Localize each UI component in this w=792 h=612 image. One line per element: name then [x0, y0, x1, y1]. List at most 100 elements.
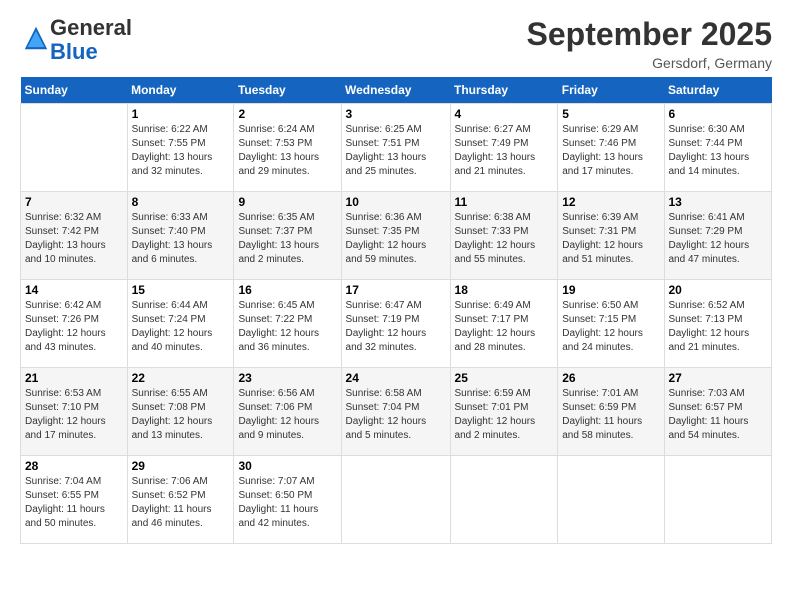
logo-blue: Blue [50, 39, 98, 64]
day-number: 13 [669, 195, 768, 209]
week-row-1: 1Sunrise: 6:22 AMSunset: 7:55 PMDaylight… [21, 104, 772, 192]
calendar-cell: 20 Sunrise: 6:52 AMSunset: 7:13 PMDayligh… [664, 280, 772, 368]
logo: General Blue [20, 16, 132, 64]
calendar-cell [558, 456, 664, 544]
day-info: Sunrise: 6:56 AMSunset: 7:06 PMDaylight:… [238, 387, 336, 443]
day-info: Sunrise: 6:49 AMSunset: 7:17 PMDaylight:… [455, 299, 554, 355]
day-number: 9 [238, 195, 336, 209]
logo-general: General [50, 15, 132, 40]
col-friday: Friday [558, 77, 664, 104]
day-number: 30 [238, 459, 336, 473]
calendar-header-row: Sunday Monday Tuesday Wednesday Thursday… [21, 77, 772, 104]
calendar-cell: 5Sunrise: 6:29 AMSunset: 7:46 PMDaylight… [558, 104, 664, 192]
day-number: 2 [238, 107, 336, 121]
day-number: 29 [132, 459, 230, 473]
calendar-cell: 1Sunrise: 6:22 AMSunset: 7:55 PMDaylight… [127, 104, 234, 192]
day-number: 27 [669, 371, 768, 385]
day-number: 17 [346, 283, 446, 297]
calendar-cell: 15Sunrise: 6:44 AMSunset: 7:24 PMDayligh… [127, 280, 234, 368]
calendar-cell: 10 Sunrise: 6:36 AMSunset: 7:35 PMDayligh… [341, 192, 450, 280]
calendar-cell [21, 104, 128, 192]
calendar-cell [341, 456, 450, 544]
calendar-cell: 18 Sunrise: 6:49 AMSunset: 7:17 PMDayligh… [450, 280, 558, 368]
day-info: Sunrise: 6:41 AMSunset: 7:29 PMDaylight:… [669, 211, 768, 267]
calendar-cell [664, 456, 772, 544]
calendar-cell: 6Sunrise: 6:30 AMSunset: 7:44 PMDaylight… [664, 104, 772, 192]
day-info: Sunrise: 7:07 AMSunset: 6:50 PMDaylight:… [238, 475, 336, 531]
calendar-cell: 27 Sunrise: 7:03 AMSunset: 6:57 PMDayligh… [664, 368, 772, 456]
day-number: 25 [455, 371, 554, 385]
day-info: Sunrise: 6:24 AMSunset: 7:53 PMDaylight:… [238, 123, 336, 179]
calendar-cell [450, 456, 558, 544]
day-info: Sunrise: 6:33 AMSunset: 7:40 PMDaylight:… [132, 211, 230, 267]
calendar-cell: 4 Sunrise: 6:27 AMSunset: 7:49 PMDaylight… [450, 104, 558, 192]
day-info: Sunrise: 7:06 AMSunset: 6:52 PMDaylight:… [132, 475, 230, 531]
day-info: Sunrise: 6:53 AMSunset: 7:10 PMDaylight:… [25, 387, 123, 443]
day-info: Sunrise: 6:59 AMSunset: 7:01 PMDaylight:… [455, 387, 554, 443]
day-info: Sunrise: 7:01 AMSunset: 6:59 PMDaylight:… [562, 387, 659, 443]
day-number: 26 [562, 371, 659, 385]
day-info: Sunrise: 6:35 AMSunset: 7:37 PMDaylight:… [238, 211, 336, 267]
day-number: 15 [132, 283, 230, 297]
day-number: 16 [238, 283, 336, 297]
col-saturday: Saturday [664, 77, 772, 104]
day-info: Sunrise: 6:55 AMSunset: 7:08 PMDaylight:… [132, 387, 230, 443]
calendar-cell: 16 Sunrise: 6:45 AMSunset: 7:22 PMDayligh… [234, 280, 341, 368]
calendar-cell: 12 Sunrise: 6:39 AMSunset: 7:31 PMDayligh… [558, 192, 664, 280]
day-info: Sunrise: 6:45 AMSunset: 7:22 PMDaylight:… [238, 299, 336, 355]
day-info: Sunrise: 6:58 AMSunset: 7:04 PMDaylight:… [346, 387, 446, 443]
week-row-5: 28 Sunrise: 7:04 AMSunset: 6:55 PMDayligh… [21, 456, 772, 544]
day-number: 20 [669, 283, 768, 297]
month-title: September 2025 [527, 16, 772, 53]
day-number: 21 [25, 371, 123, 385]
day-number: 5 [562, 107, 659, 121]
day-info: Sunrise: 6:32 AMSunset: 7:42 PMDaylight:… [25, 211, 123, 267]
calendar-cell: 13 Sunrise: 6:41 AMSunset: 7:29 PMDayligh… [664, 192, 772, 280]
calendar-cell: 24 Sunrise: 6:58 AMSunset: 7:04 PMDayligh… [341, 368, 450, 456]
header-row: General Blue September 2025 Gersdorf, Ge… [20, 16, 772, 71]
calendar-cell: 11 Sunrise: 6:38 AMSunset: 7:33 PMDayligh… [450, 192, 558, 280]
calendar-cell: 3 Sunrise: 6:25 AMSunset: 7:51 PMDaylight… [341, 104, 450, 192]
location: Gersdorf, Germany [527, 55, 772, 71]
day-info: Sunrise: 6:42 AMSunset: 7:26 PMDaylight:… [25, 299, 123, 355]
day-info: Sunrise: 7:04 AMSunset: 6:55 PMDaylight:… [25, 475, 123, 531]
calendar-cell: 2 Sunrise: 6:24 AMSunset: 7:53 PMDaylight… [234, 104, 341, 192]
calendar-cell: 14Sunrise: 6:42 AMSunset: 7:26 PMDayligh… [21, 280, 128, 368]
month-info: September 2025 Gersdorf, Germany [527, 16, 772, 71]
day-number: 18 [455, 283, 554, 297]
calendar-cell: 21 Sunrise: 6:53 AMSunset: 7:10 PMDayligh… [21, 368, 128, 456]
day-number: 3 [346, 107, 446, 121]
calendar-cell: 7Sunrise: 6:32 AMSunset: 7:42 PMDaylight… [21, 192, 128, 280]
day-number: 4 [455, 107, 554, 121]
day-number: 11 [455, 195, 554, 209]
day-info: Sunrise: 6:25 AMSunset: 7:51 PMDaylight:… [346, 123, 446, 179]
col-monday: Monday [127, 77, 234, 104]
day-info: Sunrise: 6:27 AMSunset: 7:49 PMDaylight:… [455, 123, 554, 179]
day-info: Sunrise: 6:39 AMSunset: 7:31 PMDaylight:… [562, 211, 659, 267]
day-number: 10 [346, 195, 446, 209]
day-number: 19 [562, 283, 659, 297]
day-info: Sunrise: 7:03 AMSunset: 6:57 PMDaylight:… [669, 387, 768, 443]
week-row-4: 21 Sunrise: 6:53 AMSunset: 7:10 PMDayligh… [21, 368, 772, 456]
day-info: Sunrise: 6:38 AMSunset: 7:33 PMDaylight:… [455, 211, 554, 267]
calendar-cell: 30 Sunrise: 7:07 AMSunset: 6:50 PMDayligh… [234, 456, 341, 544]
col-thursday: Thursday [450, 77, 558, 104]
day-info: Sunrise: 6:50 AMSunset: 7:15 PMDaylight:… [562, 299, 659, 355]
calendar-cell: 9 Sunrise: 6:35 AMSunset: 7:37 PMDaylight… [234, 192, 341, 280]
day-info: Sunrise: 6:47 AMSunset: 7:19 PMDaylight:… [346, 299, 446, 355]
day-number: 1 [132, 107, 230, 121]
calendar-table: Sunday Monday Tuesday Wednesday Thursday… [20, 77, 772, 544]
week-row-3: 14Sunrise: 6:42 AMSunset: 7:26 PMDayligh… [21, 280, 772, 368]
page-container: General Blue September 2025 Gersdorf, Ge… [0, 0, 792, 554]
calendar-cell: 29 Sunrise: 7:06 AMSunset: 6:52 PMDayligh… [127, 456, 234, 544]
day-info: Sunrise: 6:30 AMSunset: 7:44 PMDaylight:… [669, 123, 768, 179]
day-number: 24 [346, 371, 446, 385]
day-info: Sunrise: 6:52 AMSunset: 7:13 PMDaylight:… [669, 299, 768, 355]
day-number: 28 [25, 459, 123, 473]
day-info: Sunrise: 6:36 AMSunset: 7:35 PMDaylight:… [346, 211, 446, 267]
week-row-2: 7Sunrise: 6:32 AMSunset: 7:42 PMDaylight… [21, 192, 772, 280]
day-number: 12 [562, 195, 659, 209]
day-number: 22 [132, 371, 230, 385]
logo-icon [22, 24, 50, 52]
calendar-cell: 28 Sunrise: 7:04 AMSunset: 6:55 PMDayligh… [21, 456, 128, 544]
